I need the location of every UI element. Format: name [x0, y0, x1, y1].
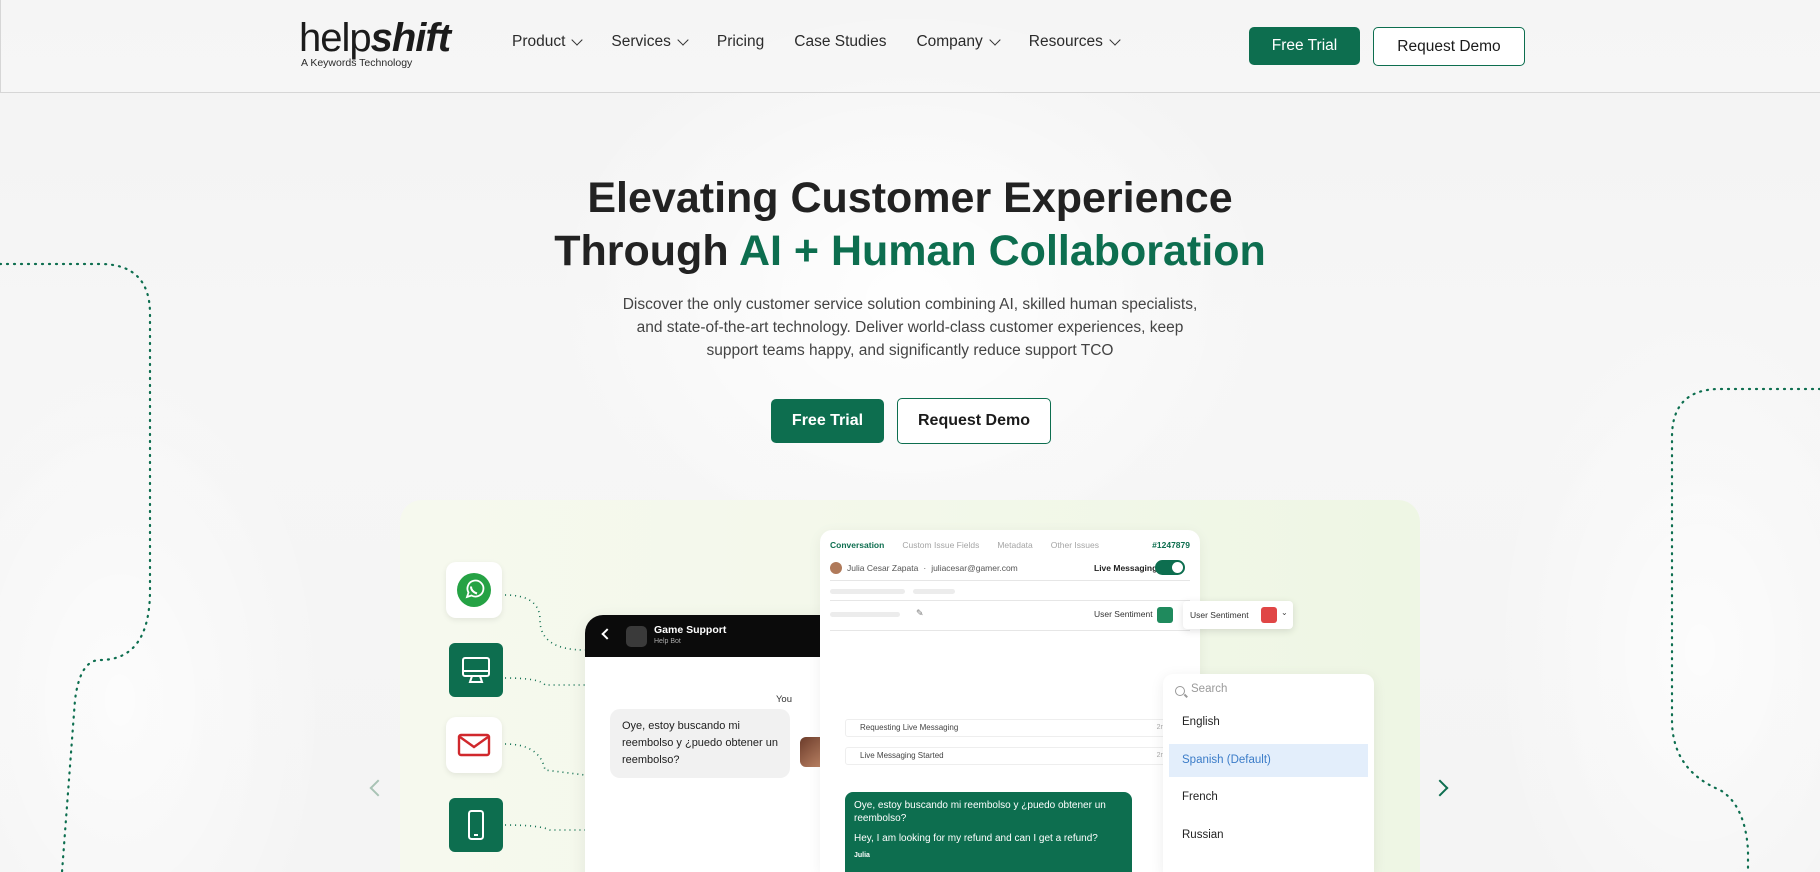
live-messaging-label: Live Messaging — [1094, 563, 1158, 573]
chat-title: Game Support — [654, 624, 727, 636]
nav-request-demo-button[interactable]: Request Demo — [1373, 27, 1525, 66]
skeleton-line — [830, 612, 900, 617]
whatsapp-channel[interactable] — [446, 562, 502, 618]
event-row: Requesting Live Messaging 2m ago — [845, 719, 1185, 737]
chevron-down-icon[interactable]: ⌄ — [1281, 608, 1288, 617]
tab-conversation[interactable]: Conversation — [830, 540, 884, 550]
language-option-spanish[interactable]: Spanish (Default) — [1169, 744, 1368, 777]
chat-phone-mockup: Game Support Help Bot You Oye, estoy bus… — [585, 615, 846, 872]
sentiment-popover-label: User Sentiment — [1190, 610, 1249, 620]
hero-title-line2-plain: Through — [554, 227, 739, 275]
email-channel[interactable] — [446, 717, 502, 773]
menu-label: Services — [611, 33, 671, 50]
mobile-channel[interactable] — [449, 798, 503, 852]
divider — [830, 630, 1190, 631]
sentiment-label: User Sentiment — [1094, 609, 1153, 619]
sender-label: You — [775, 694, 792, 705]
chat-subtitle: Help Bot — [654, 638, 681, 645]
sentiment-popover: User Sentiment ⌄ — [1183, 601, 1293, 629]
skeleton-line — [913, 589, 955, 594]
edit-pencil-icon[interactable]: ✎ — [916, 608, 924, 619]
tab-metadata[interactable]: Metadata — [997, 540, 1032, 550]
menu-item-pricing[interactable]: Pricing — [717, 33, 764, 51]
language-option-russian[interactable]: Russian — [1169, 819, 1368, 852]
mobile-icon — [468, 810, 484, 840]
event-text: Requesting Live Messaging — [860, 723, 959, 732]
menu-label: Product — [512, 33, 566, 50]
language-dropdown: Search English Spanish (Default) French … — [1163, 674, 1374, 872]
chevron-down-icon — [989, 34, 1001, 46]
menu-label: Case Studies — [794, 33, 887, 50]
menu-item-case-studies[interactable]: Case Studies — [794, 33, 886, 51]
skeleton-line — [830, 589, 905, 594]
back-arrow-icon[interactable] — [601, 628, 613, 640]
menu-item-resources[interactable]: Resources — [1028, 33, 1121, 51]
user-email: juliacesar@gamer.com — [931, 563, 1018, 573]
chat-bubble: Oye, estoy buscando mi reembolso y ¿pued… — [610, 709, 790, 778]
chevron-down-icon — [571, 34, 584, 46]
event-row: Live Messaging Started 2m ago — [845, 747, 1185, 765]
whatsapp-icon — [457, 573, 491, 607]
user-mini-avatar — [830, 562, 842, 574]
top-nav: helpshift A Keywords Technology Product … — [0, 0, 1820, 93]
hero-title-line1: Elevating Customer Experience — [587, 174, 1233, 222]
chevron-down-icon — [677, 34, 689, 46]
translated-message-bubble: Oye, estoy buscando mi reembolso y ¿pued… — [845, 792, 1132, 872]
hero-title: Elevating Customer Experience Through AI… — [0, 172, 1820, 278]
helpshift-logo[interactable]: helpshift A Keywords Technology — [299, 16, 451, 69]
tab-other-issues[interactable]: Other Issues — [1051, 540, 1099, 550]
user-info-row: Julia Cesar Zapata · juliacesar@gamer.co… — [830, 562, 1018, 574]
bot-avatar-icon — [626, 626, 647, 647]
language-option-english[interactable]: English — [1169, 706, 1368, 739]
menu-label: Pricing — [716, 33, 765, 50]
user-name: Julia Cesar Zapata — [847, 563, 919, 573]
hero-title-line2-accent: AI + Human Collaboration — [738, 227, 1266, 275]
menu-item-company[interactable]: Company — [916, 33, 1001, 51]
logo-part-shift: shift — [370, 16, 451, 60]
hero-subtitle: Discover the only customer service solut… — [622, 296, 1198, 359]
chat-header: Game Support Help Bot — [585, 615, 846, 657]
hero-request-demo-button[interactable]: Request Demo — [897, 398, 1051, 444]
desktop-icon — [462, 657, 490, 683]
search-icon — [1175, 686, 1185, 696]
carousel-prev-arrow-icon[interactable] — [369, 779, 387, 797]
divider — [830, 600, 1190, 601]
menu-label: Resources — [1028, 33, 1103, 50]
original-message: Oye, estoy buscando mi reembolso y ¿pued… — [854, 800, 1106, 824]
divider — [830, 580, 1190, 581]
menu-label: Company — [916, 33, 983, 50]
product-showcase: Game Support Help Bot You Oye, estoy bus… — [400, 500, 1420, 872]
hero-free-trial-button[interactable]: Free Trial — [771, 399, 884, 443]
separator-dot: · — [923, 563, 927, 573]
event-text: Live Messaging Started — [860, 751, 944, 760]
negative-sentiment-icon[interactable] — [1261, 607, 1277, 623]
mail-icon — [457, 733, 491, 757]
logo-wordmark: helpshift — [299, 16, 451, 60]
web-channel[interactable] — [449, 643, 503, 697]
menu-item-product[interactable]: Product — [512, 33, 584, 51]
live-messaging-toggle[interactable] — [1155, 560, 1185, 575]
tab-custom-issue-fields[interactable]: Custom Issue Fields — [902, 540, 979, 550]
positive-sentiment-icon[interactable] — [1157, 607, 1173, 623]
console-tabs: Conversation Custom Issue Fields Metadat… — [830, 540, 1117, 550]
nav-free-trial-button[interactable]: Free Trial — [1249, 27, 1360, 65]
logo-part-help: help — [299, 16, 372, 60]
ticket-id: #1247879 — [1152, 540, 1190, 550]
language-search-input[interactable]: Search — [1191, 683, 1227, 695]
carousel-next-arrow-icon[interactable] — [1431, 779, 1449, 797]
chevron-down-icon — [1109, 34, 1121, 46]
main-menu: Product Services Pricing Case Studies Co… — [512, 33, 1149, 51]
menu-item-services[interactable]: Services — [611, 33, 689, 51]
translated-message: Hey, I am looking for my refund and can … — [854, 833, 1098, 844]
language-option-french[interactable]: French — [1169, 781, 1368, 814]
message-sender: Julia — [854, 852, 870, 859]
